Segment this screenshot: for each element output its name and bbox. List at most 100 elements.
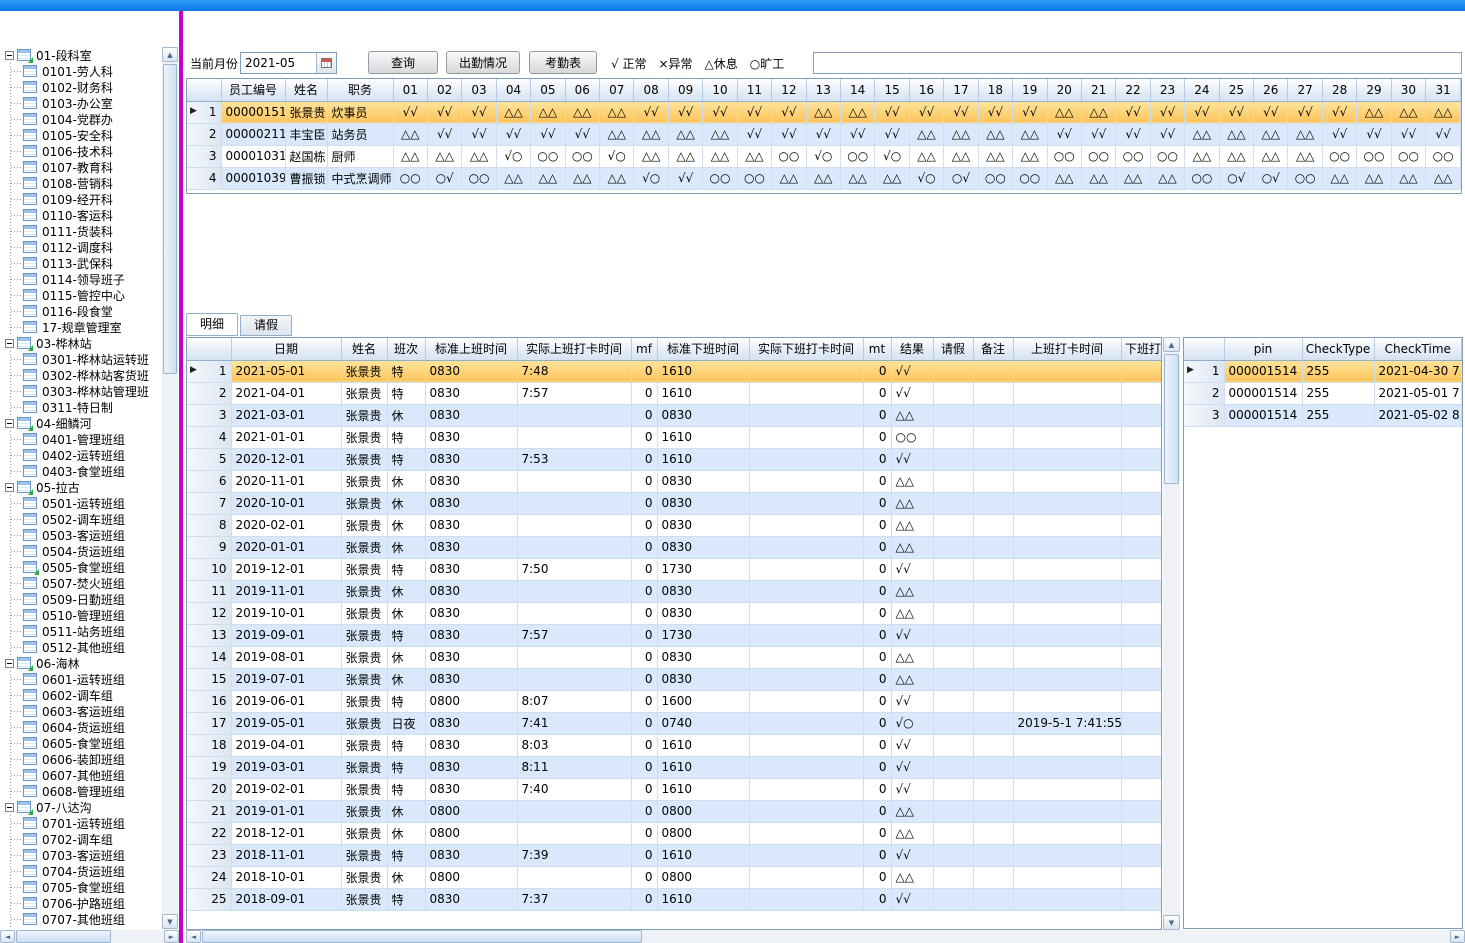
detail-cell[interactable] xyxy=(1013,888,1121,910)
detail-row[interactable]: ▶12021-05-01张景贵特08307:48016100√√ xyxy=(187,360,1162,382)
detail-cell[interactable] xyxy=(749,580,863,602)
detail-cell[interactable] xyxy=(1013,822,1121,844)
tree-node[interactable]: 03-桦林站 xyxy=(2,335,161,351)
detail-cell[interactable]: 1610 xyxy=(657,844,749,866)
detail-cell[interactable]: 2018-09-01 xyxy=(231,888,341,910)
detail-cell[interactable]: 休 xyxy=(387,514,425,536)
detail-cell[interactable]: 0 xyxy=(631,866,657,888)
detail-cell[interactable]: 0 xyxy=(863,844,891,866)
day-mark-cell[interactable]: △△ xyxy=(1288,145,1322,167)
detail-cell[interactable]: 0 xyxy=(631,668,657,690)
detail-cell[interactable]: 张景贵 xyxy=(341,536,387,558)
tree-node[interactable]: 17-规章管理室 xyxy=(11,319,161,335)
tree-node[interactable]: 0602-调车组 xyxy=(11,687,161,703)
day-mark-cell[interactable]: △△ xyxy=(875,167,909,189)
row-selector[interactable]: 22 xyxy=(187,822,231,844)
detail-cell[interactable]: △△ xyxy=(891,822,933,844)
scrollbar-thumb[interactable] xyxy=(1164,354,1179,484)
detail-cell[interactable]: 2021-03-01 xyxy=(231,404,341,426)
row-selector[interactable]: 12 xyxy=(187,602,231,624)
column-header[interactable]: pin xyxy=(1224,338,1302,360)
detail-cell[interactable] xyxy=(933,800,973,822)
detail-cell[interactable]: 0 xyxy=(631,712,657,734)
detail-cell[interactable]: 7:53 xyxy=(517,448,631,470)
detail-cell[interactable]: 7:50 xyxy=(517,558,631,580)
detail-cell[interactable]: 1730 xyxy=(657,624,749,646)
day-mark-cell[interactable]: √√ xyxy=(1426,123,1461,145)
detail-cell[interactable]: 2021-01-01 xyxy=(231,426,341,448)
detail-cell[interactable]: 2020-12-01 xyxy=(231,448,341,470)
detail-cell[interactable]: 0 xyxy=(863,734,891,756)
day-mark-cell[interactable]: △△ xyxy=(1081,101,1115,123)
row-selector[interactable]: 5 xyxy=(187,448,231,470)
detail-cell[interactable] xyxy=(1013,492,1121,514)
detail-cell[interactable]: 2019-12-01 xyxy=(231,558,341,580)
detail-cell[interactable]: 0 xyxy=(631,844,657,866)
detail-cell[interactable]: 0 xyxy=(863,602,891,624)
detail-cell[interactable]: 2019-08-01 xyxy=(231,646,341,668)
detail-cell[interactable]: √√ xyxy=(891,382,933,404)
tree-node[interactable]: 0604-货运班组 xyxy=(11,719,161,735)
detail-cell[interactable]: 2020-10-01 xyxy=(231,492,341,514)
day-mark-cell[interactable]: △△ xyxy=(909,123,943,145)
row-selector[interactable]: 4 xyxy=(187,426,231,448)
day-column-header[interactable]: 21 xyxy=(1081,79,1115,101)
detail-cell[interactable]: 休 xyxy=(387,602,425,624)
detail-cell[interactable]: 0 xyxy=(631,690,657,712)
detail-cell[interactable]: ○○ xyxy=(891,426,933,448)
detail-cell[interactable] xyxy=(1013,558,1121,580)
column-header[interactable]: CheckType xyxy=(1302,338,1374,360)
detail-cell[interactable] xyxy=(933,734,973,756)
day-mark-cell[interactable]: △△ xyxy=(1047,167,1081,189)
employee-id-cell[interactable]: 000002116 xyxy=(221,123,285,145)
day-mark-cell[interactable]: △△ xyxy=(703,145,737,167)
employee-name-cell[interactable]: 丰宝臣 xyxy=(285,123,327,145)
row-selector[interactable]: ▶1 xyxy=(187,101,221,123)
detail-cell[interactable]: 张景贵 xyxy=(341,558,387,580)
detail-cell[interactable]: 0 xyxy=(863,470,891,492)
day-mark-cell[interactable]: △△ xyxy=(840,167,874,189)
detail-cell[interactable]: 0830 xyxy=(657,492,749,514)
tree-node[interactable]: 0603-客运班组 xyxy=(11,703,161,719)
detail-cell[interactable] xyxy=(1121,844,1162,866)
day-mark-cell[interactable]: △△ xyxy=(600,123,634,145)
day-column-header[interactable]: 13 xyxy=(806,79,840,101)
detail-cell[interactable] xyxy=(749,536,863,558)
tree-node[interactable]: 0504-货运班组 xyxy=(11,543,161,559)
day-column-header[interactable]: 19 xyxy=(1013,79,1047,101)
detail-cell[interactable]: 特 xyxy=(387,360,425,382)
detail-cell[interactable]: △△ xyxy=(891,602,933,624)
tree-node[interactable]: 0105-安全科 xyxy=(11,127,161,143)
detail-cell[interactable] xyxy=(749,492,863,514)
detail-cell[interactable]: 0830 xyxy=(425,624,517,646)
day-mark-cell[interactable]: √√ xyxy=(772,123,806,145)
collapse-icon[interactable] xyxy=(5,339,14,348)
detail-row[interactable]: 112019-11-01张景贵休0830008300△△ xyxy=(187,580,1162,602)
detail-cell[interactable]: 0 xyxy=(863,888,891,910)
day-mark-cell[interactable]: √√ xyxy=(1288,101,1322,123)
attendance-sheet-button[interactable]: 考勤表 xyxy=(529,51,597,74)
detail-cell[interactable]: 0800 xyxy=(657,866,749,888)
scroll-up-icon[interactable]: ▲ xyxy=(162,47,178,62)
detail-cell[interactable]: 0 xyxy=(631,734,657,756)
day-mark-cell[interactable]: △△ xyxy=(496,101,530,123)
detail-cell[interactable] xyxy=(749,844,863,866)
detail-cell[interactable] xyxy=(1013,800,1121,822)
row-selector[interactable]: 2 xyxy=(187,382,231,404)
day-mark-cell[interactable]: √√ xyxy=(393,101,427,123)
detail-cell[interactable]: 0830 xyxy=(657,646,749,668)
day-column-header[interactable]: 30 xyxy=(1391,79,1425,101)
detail-cell[interactable] xyxy=(749,800,863,822)
detail-cell[interactable]: 张景贵 xyxy=(341,602,387,624)
detail-cell[interactable] xyxy=(933,404,973,426)
detail-cell[interactable] xyxy=(973,800,1013,822)
detail-cell[interactable]: 2020-11-01 xyxy=(231,470,341,492)
detail-row[interactable]: 42021-01-01张景贵特0830016100○○ xyxy=(187,426,1162,448)
detail-cell[interactable]: 1610 xyxy=(657,426,749,448)
detail-cell[interactable]: 0 xyxy=(631,822,657,844)
detail-cell[interactable]: 0 xyxy=(863,492,891,514)
detail-cell[interactable]: 7:41 xyxy=(517,712,631,734)
detail-cell[interactable] xyxy=(1121,822,1162,844)
detail-cell[interactable]: 0 xyxy=(863,448,891,470)
day-mark-cell[interactable]: √√ xyxy=(531,123,565,145)
